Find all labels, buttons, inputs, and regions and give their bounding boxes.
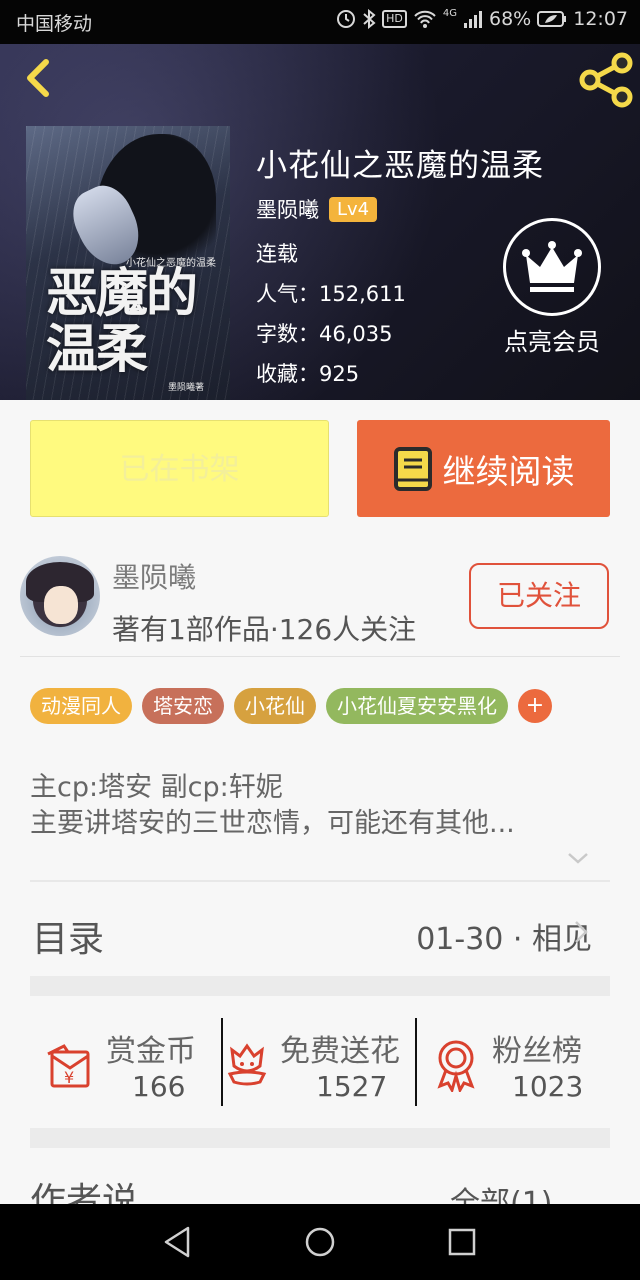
- followed-button[interactable]: 已关注: [469, 563, 609, 629]
- favorites-row: 收藏：925: [256, 358, 359, 388]
- clock: 12:07: [573, 8, 628, 30]
- network-type: 4G: [442, 8, 457, 19]
- book-cover[interactable]: 小花仙之恶魔的温柔 恶魔的温柔 墨陨曦著: [26, 126, 230, 400]
- word-count-label: 字数：: [256, 322, 319, 346]
- section-separator: [30, 1128, 610, 1148]
- vip-button[interactable]: 点亮会员: [494, 218, 610, 357]
- system-nav-bar: [0, 1204, 640, 1280]
- intro-line: 主要讲塔安的三世恋情，可能还有其他...: [30, 808, 515, 839]
- flower-icon: [227, 1043, 267, 1086]
- free-flowers-stat[interactable]: 免费送花 1527: [224, 1018, 414, 1106]
- stat-separator: [415, 1018, 417, 1106]
- stat-value: 166: [132, 1070, 186, 1103]
- divider: [30, 880, 610, 882]
- author-block-name[interactable]: 墨陨曦: [112, 556, 196, 596]
- book-icon: [393, 446, 432, 491]
- avatar[interactable]: [20, 556, 100, 636]
- book-title: 小花仙之恶魔的温柔: [256, 148, 544, 184]
- cover-title: 恶魔的温柔: [46, 263, 198, 380]
- crown-icon: [503, 218, 601, 316]
- popularity-row: 人气：152,611: [256, 278, 406, 308]
- word-count-value: 46,035: [319, 322, 393, 346]
- popularity-value: 152,611: [319, 282, 406, 306]
- favorites-value: 925: [319, 362, 360, 386]
- tag-item[interactable]: 动漫同人: [30, 688, 132, 724]
- back-arrow-icon[interactable]: [18, 56, 62, 100]
- tag-item[interactable]: 小花仙夏安安黑化: [326, 688, 508, 724]
- recents-square-icon[interactable]: [442, 1224, 482, 1260]
- home-circle-icon[interactable]: [300, 1224, 340, 1260]
- stat-label: 粉丝榜: [492, 1034, 582, 1069]
- book-header: 小花仙之恶魔的温柔 恶魔的温柔 墨陨曦著 小花仙之恶魔的温柔 墨陨曦 Lv4 连…: [0, 44, 640, 400]
- author-name[interactable]: 墨陨曦: [256, 194, 319, 224]
- tag-item[interactable]: 小花仙: [234, 688, 316, 724]
- back-triangle-icon[interactable]: [158, 1224, 198, 1260]
- stat-value: 1023: [512, 1070, 584, 1103]
- favorites-label: 收藏：: [256, 362, 319, 386]
- battery-icon: [537, 11, 567, 27]
- fan-ranking-stat[interactable]: 粉丝榜 1023: [420, 1018, 610, 1106]
- in-shelf-button[interactable]: 已在书架: [30, 420, 329, 517]
- wifi-icon: [414, 10, 436, 28]
- red-envelope-icon: ¥: [47, 1044, 90, 1088]
- stat-label: 赏金币: [106, 1034, 196, 1069]
- tag-list: 动漫同人 塔安恋 小花仙 小花仙夏安安黑化 +: [30, 688, 552, 724]
- share-icon[interactable]: [576, 52, 636, 108]
- stat-value: 1527: [316, 1070, 388, 1103]
- latest-chapter[interactable]: 01-30 · 相见: [416, 914, 592, 958]
- continue-reading-button[interactable]: 继续阅读: [357, 420, 610, 517]
- level-badge: Lv4: [329, 196, 378, 222]
- svg-text:¥: ¥: [64, 1068, 74, 1087]
- chevron-right-icon[interactable]: [572, 918, 590, 946]
- stat-separator: [221, 1018, 223, 1106]
- status-bar: 中国移动 HD 4G 68% 12:07: [0, 0, 640, 44]
- reward-coins-stat[interactable]: ¥ 赏金币 166: [40, 1018, 216, 1106]
- bluetooth-icon: [363, 9, 376, 29]
- carrier-name: 中国移动: [16, 13, 93, 35]
- alarm-icon: [337, 10, 356, 28]
- avatar-face: [44, 586, 78, 624]
- status-icons: HD 4G 68% 12:07: [336, 9, 628, 29]
- chevron-down-icon[interactable]: [566, 850, 590, 866]
- author-row: 墨陨曦 Lv4: [256, 194, 378, 224]
- book-intro[interactable]: 主cp:塔安 副cp:轩妮 主要讲塔安的三世恋情，可能还有其他...: [30, 770, 610, 842]
- medal-icon: [437, 1040, 475, 1092]
- hd-icon: HD: [382, 10, 407, 28]
- popularity-label: 人气：: [256, 282, 319, 306]
- cover-author: 墨陨曦著: [168, 383, 205, 393]
- divider: [20, 656, 620, 657]
- author-stats: 著有1部作品·126人关注: [112, 613, 417, 646]
- signal-icon: [464, 11, 482, 28]
- battery-percent: 68%: [489, 8, 532, 30]
- continue-reading-label: 继续阅读: [442, 451, 575, 491]
- tag-item[interactable]: 塔安恋: [142, 688, 224, 724]
- serial-status: 连载: [256, 242, 298, 266]
- add-tag-button[interactable]: +: [518, 689, 552, 723]
- toc-title[interactable]: 目录: [32, 910, 104, 962]
- vip-label: 点亮会员: [504, 328, 600, 356]
- stat-label: 免费送花: [280, 1034, 400, 1069]
- word-count-row: 字数：46,035: [256, 318, 392, 348]
- intro-line: 主cp:塔安 副cp:轩妮: [30, 772, 283, 803]
- section-separator: [30, 976, 610, 996]
